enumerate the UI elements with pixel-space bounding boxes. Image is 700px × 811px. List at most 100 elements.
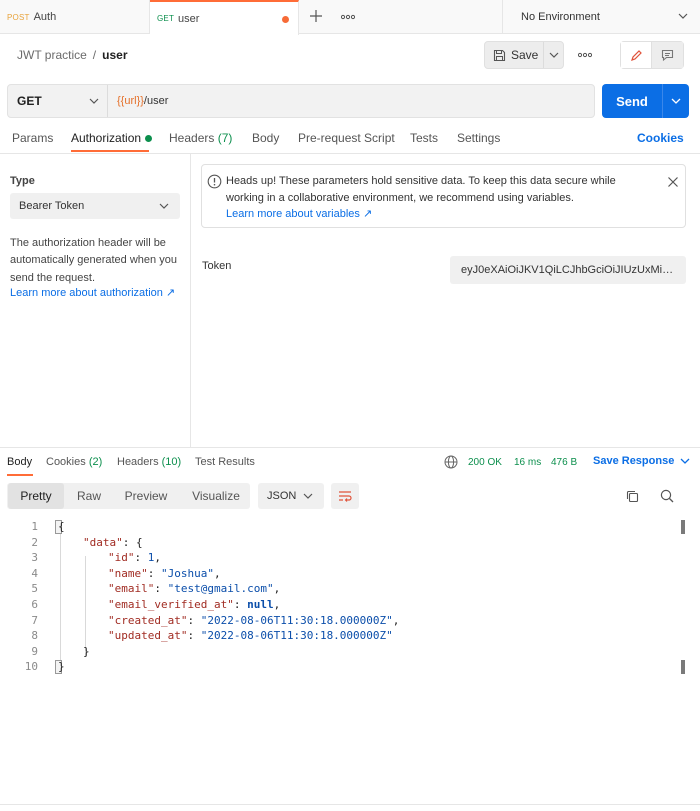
code-token: :: [134, 551, 148, 565]
chevron-down-icon: [89, 98, 99, 104]
code-line: }: [83, 645, 90, 658]
view-toggle: [620, 41, 684, 69]
wrap-lines-icon: [339, 491, 352, 502]
format-value: JSON: [267, 490, 297, 502]
copy-icon[interactable]: [626, 490, 639, 503]
response-time[interactable]: 16 ms: [514, 457, 541, 468]
line-number: 3: [31, 551, 38, 565]
save-icon: [493, 49, 506, 61]
code-token: :: [187, 613, 201, 627]
method-selector[interactable]: GET: [8, 85, 108, 117]
save-label: Save: [511, 48, 539, 62]
response-size[interactable]: 476 B: [551, 457, 577, 468]
save-button[interactable]: Save: [485, 42, 543, 68]
line-number: 5: [31, 582, 38, 596]
view-mode-visualize[interactable]: Visualize: [182, 483, 250, 509]
breadcrumb-collection[interactable]: JWT practice: [17, 48, 87, 62]
tab-headers[interactable]: Headers (7): [169, 131, 232, 145]
code-token: "2022-08-06T11:30:18.000000Z": [200, 613, 393, 627]
scrollbar-marker[interactable]: [681, 520, 685, 534]
auth-type-select[interactable]: Bearer Token: [10, 193, 180, 219]
more-actions-icon[interactable]: [575, 47, 595, 63]
tab-auth[interactable]: POST Auth: [0, 0, 150, 34]
code-token: "data": [83, 535, 123, 549]
code-token: ,: [154, 551, 161, 565]
url-path: /user: [143, 95, 169, 107]
cookies-link[interactable]: Cookies: [637, 131, 684, 145]
send-button-group: Send: [602, 84, 689, 118]
search-icon[interactable]: [660, 489, 674, 503]
send-button[interactable]: Send: [602, 84, 662, 118]
response-tab-body[interactable]: Body: [7, 456, 32, 468]
tab-label: Headers: [169, 131, 215, 145]
code-token: : {: [122, 535, 143, 549]
response-tab-headers[interactable]: Headers (10): [117, 456, 181, 468]
wrap-lines-button[interactable]: [331, 483, 359, 509]
response-tab-cookies[interactable]: Cookies (2): [46, 456, 102, 468]
active-tab-underline: [71, 150, 149, 152]
line-number: 10: [24, 660, 38, 674]
view-mode-raw[interactable]: Raw: [66, 483, 112, 509]
code-token: ,: [273, 598, 281, 611]
code-line: "data": {: [83, 536, 143, 549]
tab-params[interactable]: Params: [12, 131, 53, 145]
tab-authorization[interactable]: Authorization: [71, 131, 153, 145]
indent-guide: [60, 527, 61, 672]
response-body-viewer[interactable]: 1 {2 "data": {3 "id": 1, 4 "name": "Joshua", 5…: [0, 518, 700, 688]
url-variable: {{url}}: [117, 95, 144, 107]
globe-icon[interactable]: [444, 455, 458, 469]
format-select[interactable]: JSON: [258, 483, 324, 509]
line-number: 9: [31, 644, 38, 658]
tab-pre-request-script[interactable]: Pre-request Script: [298, 131, 395, 145]
notice-learn-more-link[interactable]: Learn more about variables ↗: [226, 207, 372, 220]
auth-description: The authorization header will be automat…: [10, 237, 177, 284]
save-response-button[interactable]: Save Response: [593, 455, 690, 467]
save-options-button[interactable]: [543, 42, 563, 68]
sensitive-data-notice: Heads up! These parameters hold sensitiv…: [201, 164, 686, 228]
code-line: "email_verified_at": null,: [108, 598, 280, 611]
code-line: "updated_at": "2022-08-06T11:30:18.00000…: [108, 629, 393, 642]
token-label: Token: [202, 260, 232, 272]
response-tab-test-results[interactable]: Test Results: [195, 456, 255, 468]
view-mode-preview[interactable]: Preview: [114, 483, 178, 509]
code-token: :: [147, 566, 161, 580]
more-tabs-icon[interactable]: [338, 7, 358, 27]
environment-selector[interactable]: No Environment: [502, 0, 700, 34]
status-dot-icon: [145, 134, 153, 142]
send-options-button[interactable]: [662, 84, 689, 118]
code-token: :: [233, 598, 248, 611]
token-input[interactable]: eyJ0eXAiOiJKV1QiLCJhbGciOiJIUzUxMiJ9...: [450, 256, 686, 284]
url-input[interactable]: {{url}} /user: [108, 85, 594, 117]
tab-tests[interactable]: Tests: [410, 131, 438, 145]
auth-learn-more-link[interactable]: Learn more about authorization ↗: [10, 286, 175, 299]
close-icon[interactable]: [667, 176, 679, 188]
save-response-label: Save Response: [593, 455, 675, 467]
chevron-down-icon: [159, 203, 169, 209]
breadcrumb-request: user: [102, 48, 128, 62]
tab-count: (7): [217, 131, 233, 145]
code-token: "Joshua": [161, 566, 214, 580]
tab-user[interactable]: GET user: [150, 0, 299, 35]
chevron-down-icon: [303, 493, 313, 499]
tab-settings[interactable]: Settings: [457, 131, 500, 145]
comments-button[interactable]: [652, 42, 683, 68]
view-mode-pretty[interactable]: Pretty: [8, 483, 64, 509]
environment-label: No Environment: [521, 11, 600, 23]
divider: [0, 804, 700, 805]
tab-label: Authorization: [71, 131, 142, 145]
line-number: 1: [31, 520, 38, 533]
code-token: }: [83, 644, 90, 658]
new-tab-plus-icon[interactable]: [306, 6, 326, 26]
tab-count: (10): [161, 456, 182, 468]
code-token: null: [247, 598, 274, 611]
request-bar: GET {{url}} /user: [7, 84, 595, 118]
code-token: :: [154, 582, 168, 596]
tab-body[interactable]: Body: [252, 131, 279, 145]
pencil-icon: [630, 49, 642, 61]
response-status[interactable]: 200 OK: [468, 457, 502, 468]
edit-mode-button[interactable]: [621, 42, 652, 68]
code-token: ,: [392, 613, 400, 627]
tab-count: (2): [88, 456, 103, 468]
scrollbar-marker[interactable]: [681, 660, 685, 674]
code-line: "email": "test@gmail.com",: [108, 582, 280, 595]
